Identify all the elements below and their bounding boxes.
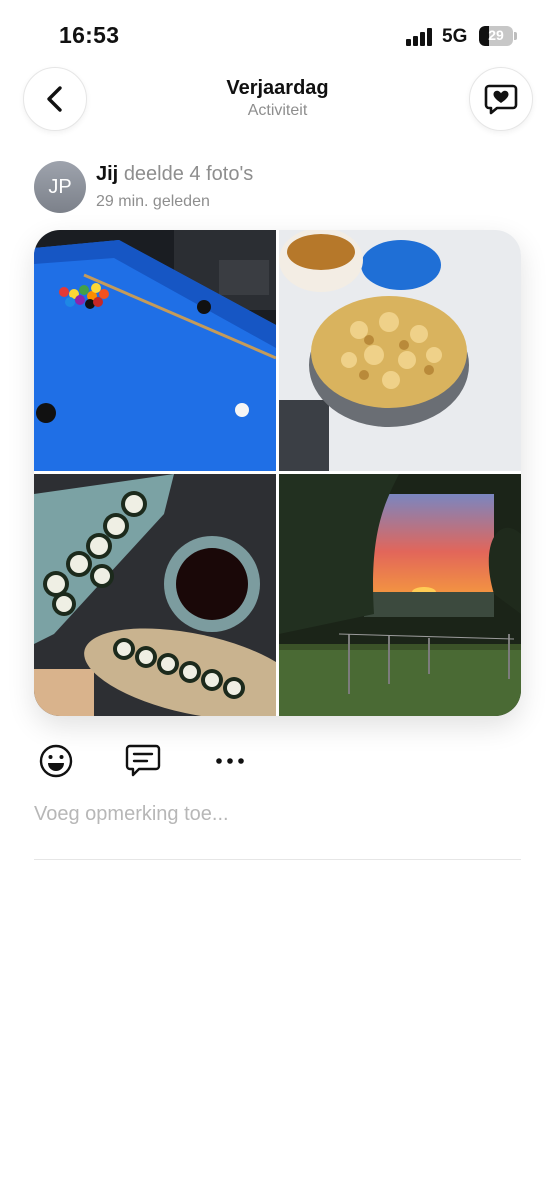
- photo-sunset[interactable]: [279, 474, 521, 716]
- photo-pool-table[interactable]: [34, 230, 276, 471]
- photo-crumble-pie[interactable]: [279, 230, 521, 471]
- status-time: 16:53: [59, 22, 120, 48]
- comment-button[interactable]: [123, 741, 163, 781]
- photo-sushi[interactable]: [34, 474, 276, 716]
- more-icon: [216, 758, 244, 764]
- battery-icon: 29: [479, 26, 513, 46]
- sushi-photo: [34, 474, 276, 716]
- sunset-landscape-photo: [279, 474, 521, 716]
- post-action: deelde 4 foto's: [123, 163, 254, 185]
- heart-bubble-button[interactable]: [469, 67, 533, 131]
- screen: 16:53 5G 29 Verjaardag Activiteit JP Jij…: [0, 0, 555, 1200]
- react-button[interactable]: [36, 741, 76, 781]
- battery-level: 29: [488, 27, 504, 43]
- photo-grid: [34, 230, 521, 716]
- divider: [34, 859, 521, 860]
- comment-icon: [125, 744, 161, 777]
- more-button[interactable]: [210, 741, 250, 781]
- smiley-icon: [39, 744, 73, 778]
- heart-bubble-icon: [484, 84, 518, 115]
- status-bar: 16:53 5G 29: [0, 0, 555, 70]
- pool-table-photo: [34, 230, 276, 471]
- post-timestamp: 29 min. geleden: [96, 193, 210, 210]
- crumble-pie-photo: [279, 230, 521, 471]
- network-label: 5G: [442, 26, 468, 47]
- comment-input[interactable]: [34, 796, 520, 832]
- cellular-signal-icon: [406, 28, 434, 46]
- post-summary: Jij deelde 4 foto's: [96, 163, 253, 186]
- avatar[interactable]: JP: [34, 161, 86, 213]
- post-author[interactable]: Jij: [96, 163, 118, 185]
- battery-cap: [514, 32, 517, 40]
